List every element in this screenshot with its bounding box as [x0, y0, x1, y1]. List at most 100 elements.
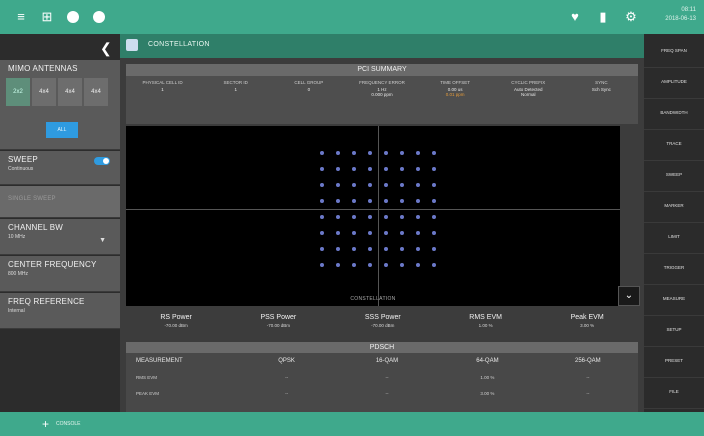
constellation-point [432, 199, 436, 203]
dropdown-arrow-icon[interactable]: ▼ [99, 237, 106, 244]
constellation-point [336, 199, 340, 203]
menu-file[interactable]: FILE [644, 375, 704, 409]
sweep-mode: Continuous [8, 166, 34, 172]
constellation-point [352, 231, 356, 235]
pci-col: CELL GROUP 0 [274, 80, 344, 97]
channel-bw-setting[interactable]: CHANNEL BW 10 MHz ▼ [0, 219, 120, 255]
grid-icon[interactable]: ⊞ [40, 10, 54, 24]
measurement-header: CONSTELLATION [120, 34, 644, 58]
constellation-point [320, 199, 324, 203]
constellation-point [368, 199, 372, 203]
clock: 08:11 2018-06-13 [665, 6, 696, 24]
measurement-item: Peak EVM 3.00 % [571, 314, 604, 340]
antenna-option[interactable]: 2x2 [6, 78, 30, 106]
pci-col-header: SECTOR ID [223, 80, 248, 85]
constellation-point [368, 215, 372, 219]
single-sweep-label: SINGLE SWEEP [8, 196, 56, 202]
menu-bandwidth[interactable]: BANDWIDTH [644, 96, 704, 130]
menu-freq-span[interactable]: FREQ SPAN [644, 34, 704, 68]
pci-col: CYCLIC PREFIX Auto Detected Normal [493, 80, 563, 97]
table-cell: PEAK EVM [136, 390, 160, 396]
pci-col-header: PHYSICAL CELL ID [142, 80, 183, 85]
record-icon[interactable] [66, 10, 80, 24]
single-sweep-button[interactable]: SINGLE SWEEP [0, 186, 120, 218]
pci-col: SYNC Sch Sync [566, 80, 636, 97]
constellation-point [336, 215, 340, 219]
table-header-row: MEASUREMENT QPSK 16-QAM 64-QAM 256-QAM [126, 353, 638, 369]
table-cell: 3.00 % [480, 390, 495, 396]
measurement-value: 1.00 % [478, 323, 493, 328]
pci-col-value2: 0.01 ppm [445, 92, 465, 97]
constellation-point [384, 199, 388, 203]
constellation-point [352, 215, 356, 219]
pci-col-header: SYNC [595, 80, 608, 85]
constellation-point [336, 263, 340, 267]
sweep-toggle[interactable] [94, 157, 110, 165]
constellation-point [416, 167, 420, 171]
constellation-point [432, 247, 436, 251]
table-cell: -- [586, 374, 590, 380]
menu-measure[interactable]: MEASURE [644, 282, 704, 316]
channel-bw-title: CHANNEL BW [8, 223, 64, 232]
pci-col-value: Sch Sync [591, 87, 611, 92]
console-label[interactable]: CONSOLE [56, 421, 80, 427]
center-frequency-setting[interactable]: CENTER FREQUENCY 800 MHz [0, 256, 120, 292]
constellation-point [352, 183, 356, 187]
sweep-setting[interactable]: SWEEP Continuous [0, 151, 120, 185]
constellation-point [432, 215, 436, 219]
constellation-point [368, 167, 372, 171]
gear-icon[interactable]: ⚙ [624, 10, 638, 24]
antenna-option[interactable]: 4x4 [58, 78, 82, 106]
menu-preset[interactable]: PRESET [644, 344, 704, 378]
pci-col: SECTOR ID 1 [201, 80, 271, 97]
constellation-point [384, 231, 388, 235]
constellation-point [320, 215, 324, 219]
constellation-point [368, 231, 372, 235]
menu-limit[interactable]: LIMIT [644, 220, 704, 254]
menu-trace[interactable]: TRACE [644, 127, 704, 161]
constellation-point [336, 247, 340, 251]
constellation-point [432, 263, 436, 267]
top-toolbar: ≡ ⊞ ♥ ▮ ⚙ 08:11 2018-06-13 [0, 0, 704, 34]
constellation-point [368, 263, 372, 267]
measurement-label: PSS Power [260, 314, 297, 321]
measurement-value: -70.00 dBm [371, 323, 395, 328]
measurement-label: RS Power [160, 314, 192, 321]
constellation-point [368, 247, 372, 251]
menu-amplitude[interactable]: AMPLITUDE [644, 65, 704, 99]
user-icon[interactable] [126, 39, 138, 51]
mimo-all-button[interactable]: ALL [46, 122, 78, 138]
constellation-point [416, 247, 420, 251]
pci-col: PHYSICAL CELL ID 1 [128, 80, 198, 97]
constellation-point [384, 247, 388, 251]
constellation-point [320, 151, 324, 155]
table-header: 256-QAM [574, 358, 601, 364]
menu-icon[interactable]: ≡ [14, 10, 28, 24]
constellation-point [400, 247, 404, 251]
menu-sweep[interactable]: SWEEP [644, 158, 704, 192]
menu-marker[interactable]: MARKER [644, 189, 704, 223]
measurement-item: RMS EVM 1.00 % [469, 314, 502, 340]
constellation-point [416, 199, 420, 203]
chevron-left-icon[interactable]: ❮ [100, 40, 112, 57]
menu-trigger[interactable]: TRIGGER [644, 251, 704, 285]
constellation-point [416, 263, 420, 267]
menu-setup[interactable]: SETUP [644, 313, 704, 347]
freq-reference-setting[interactable]: FREQ REFERENCE Internal [0, 293, 120, 329]
constellation-point [432, 231, 436, 235]
status-dot-icon[interactable] [92, 10, 106, 24]
plus-icon[interactable]: + [42, 417, 49, 431]
constellation-point [384, 151, 388, 155]
table-row: PEAK EVM -- -- 3.00 % -- [126, 385, 638, 401]
wifi-icon[interactable]: ♥ [568, 10, 582, 24]
measurement-item: RS Power -70.00 dBm [160, 314, 192, 340]
table-cell: -- [285, 390, 289, 396]
constellation-point [320, 183, 324, 187]
antenna-option[interactable]: 4x4 [32, 78, 56, 106]
constellation-point [352, 263, 356, 267]
constellation-point [336, 231, 340, 235]
chevron-down-icon[interactable]: ⌄ [618, 286, 640, 306]
pci-col-header: CYCLIC PREFIX [511, 80, 546, 85]
antenna-option[interactable]: 4x4 [84, 78, 108, 106]
measurement-value: -70.00 dBm [266, 323, 290, 328]
